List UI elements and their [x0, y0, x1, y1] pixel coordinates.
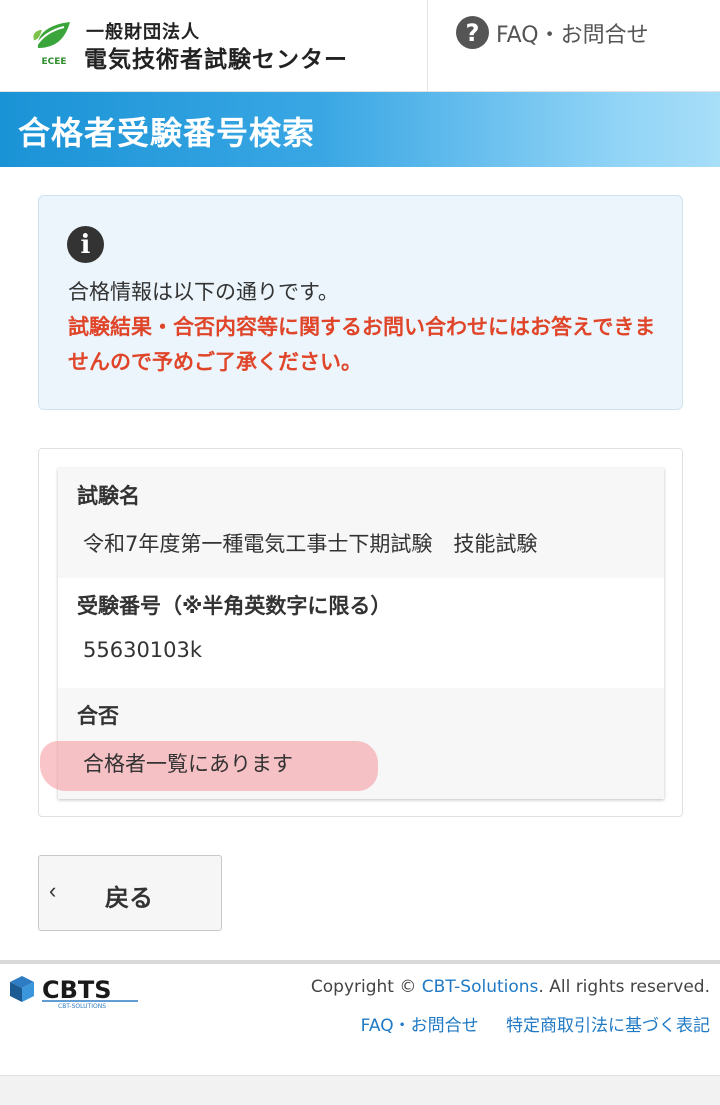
info-icon: i	[67, 226, 104, 263]
footer-bottom-bar	[0, 1075, 720, 1105]
cbts-logo-sub: CBT-SOLUTIONS	[58, 1003, 106, 1010]
cbts-logo-text: CBTS	[42, 976, 112, 1004]
inquiry-warning: 試験結果・合否内容等に関するお問い合わせにはお答えできませんので予めご了承くださ…	[68, 315, 656, 374]
back-button[interactable]: ‹ 戻る	[38, 855, 222, 931]
page-title: 合格者受験番号検索	[18, 114, 316, 152]
question-circle-icon: ?	[456, 16, 489, 49]
back-button-label: 戻る	[105, 885, 153, 912]
exam-name-value: 令和7年度第一種電気工事士下期試験 技能試験	[83, 532, 538, 556]
footer-faq-link[interactable]: FAQ・お問合せ	[361, 1016, 479, 1036]
result-card: 試験名 令和7年度第一種電気工事士下期試験 技能試験 受験番号（※半角英数字に限…	[38, 448, 683, 817]
pass-fail-value: 合格者一覧にあります	[83, 752, 293, 776]
exam-name-label: 試験名	[77, 484, 140, 508]
result-row-exam-number: 受験番号（※半角英数字に限る） 55630103k	[58, 578, 664, 688]
faq-link[interactable]: ? FAQ・お問合せ	[456, 16, 649, 49]
copyright: Copyright © CBT-Solutions. All rights re…	[311, 977, 710, 997]
result-table: 試験名 令和7年度第一種電気工事士下期試験 技能試験 受験番号（※半角英数字に限…	[40, 468, 664, 799]
result-row-exam-name: 試験名 令和7年度第一種電気工事士下期試験 技能試験	[58, 468, 664, 578]
logo-text: ECEE	[41, 57, 66, 66]
info-message: 合格情報は以下の通りです。	[68, 280, 339, 304]
header-divider	[427, 0, 428, 92]
exam-number-label: 受験番号（※半角英数字に限る）	[77, 594, 392, 618]
cbt-solutions-link[interactable]: CBT-Solutions	[422, 977, 539, 997]
footer-links: FAQ・お問合せ 特定商取引法に基づく表記	[339, 1011, 710, 1036]
result-row-pass-fail: 合否 合格者一覧にあります	[40, 688, 664, 799]
info-alert: i 合格情報は以下の通りです。 試験結果・合否内容等に関するお問い合わせにはお答…	[38, 195, 683, 410]
cbts-logo[interactable]: CBTS CBT-SOLUTIONS	[8, 970, 143, 1010]
ecee-logo[interactable]: ECEE	[30, 18, 80, 66]
copyright-suffix: . All rights reserved.	[538, 977, 710, 997]
pass-fail-label: 合否	[77, 704, 119, 728]
faq-label: FAQ・お問合せ	[496, 22, 649, 48]
org-name[interactable]: 電気技術者試験センター	[84, 40, 348, 74]
title-band: 合格者受験番号検索	[0, 92, 720, 167]
site-header: ECEE 一般財団法人 電気技術者試験センター ? FAQ・お問合せ	[0, 0, 720, 92]
copyright-prefix: Copyright ©	[310, 977, 417, 997]
chevron-left-icon: ‹	[49, 878, 57, 903]
footer-separator	[0, 960, 720, 964]
exam-number-value: 55630103k	[83, 638, 203, 662]
footer-legal-link[interactable]: 特定商取引法に基づく表記	[506, 1016, 710, 1036]
